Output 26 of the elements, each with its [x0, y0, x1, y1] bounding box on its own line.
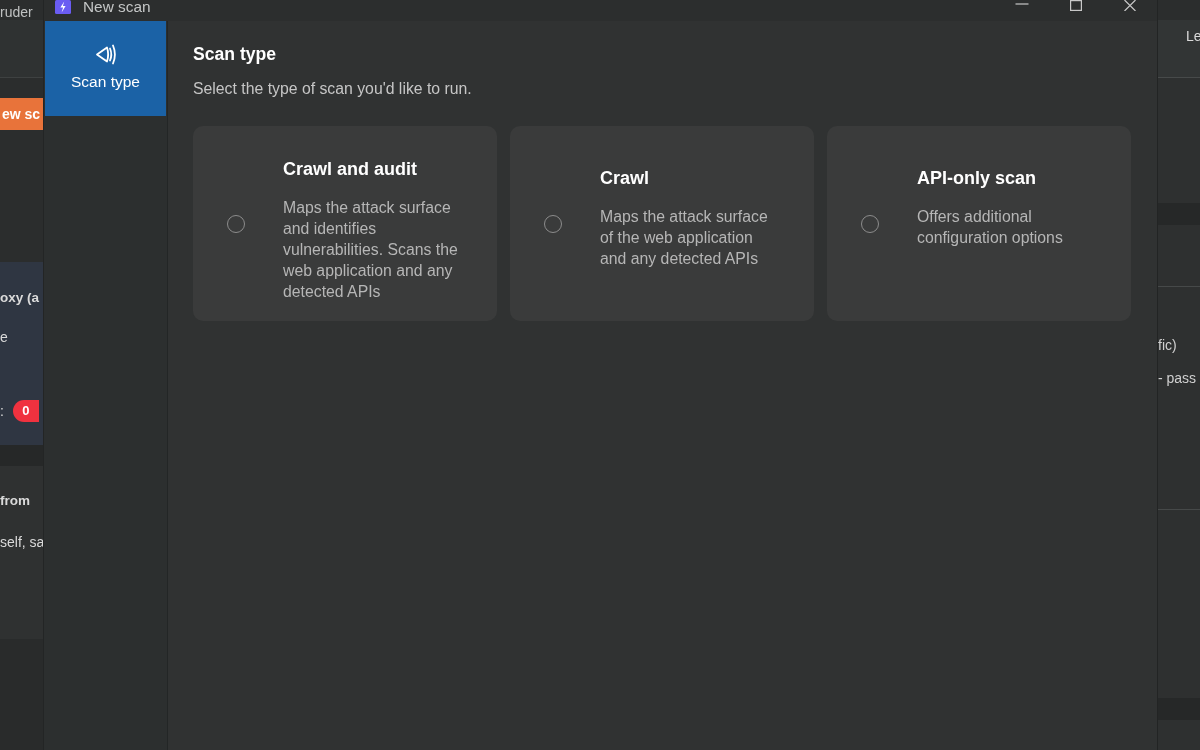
scan-option-card[interactable]: API-only scan Offers additional configuration options	[827, 126, 1131, 321]
section-description: Select the type of scan you'd like to run.	[193, 79, 473, 99]
section-heading: Scan type	[193, 43, 278, 65]
panel-title: oxy (a	[0, 289, 41, 307]
option-title: Crawl	[600, 167, 651, 190]
maximize-icon	[1069, 0, 1083, 11]
cone-waves-icon	[94, 43, 117, 66]
option-description: Maps the attack surface and identifies vulnerabilities. Scans the web application and any detected APIs	[283, 197, 459, 302]
panel-title: from	[0, 492, 31, 510]
close-icon	[1123, 0, 1137, 11]
window-title: ruder	[0, 6, 33, 19]
panel-text: fic)	[1158, 336, 1178, 355]
option-title: Crawl and audit	[283, 157, 418, 181]
option-description: Maps the attack surface of the web application and any detected APIs	[600, 207, 769, 269]
scan-option-card[interactable]: Crawl Maps the attack surface of the web application and any detected APIs	[510, 126, 814, 321]
panel-text: - pass	[1158, 369, 1198, 388]
minimize-icon	[1015, 3, 1029, 5]
option-title: API-only scan	[917, 167, 1038, 190]
dialog-title: New scan	[83, 0, 151, 14]
scan-option-card[interactable]: Crawl and audit Maps the attack surface and identifies vulnerabilities. Scans the web application and any detected APIs	[193, 126, 497, 321]
count-badge: 0	[12, 400, 39, 422]
lightning-logo-icon	[55, 0, 71, 14]
panel-text: e	[0, 328, 9, 347]
nav-tab[interactable]: Scan type	[45, 21, 166, 116]
option-description: Offers additional configuration options	[917, 207, 1064, 248]
field-label: :	[0, 402, 4, 421]
